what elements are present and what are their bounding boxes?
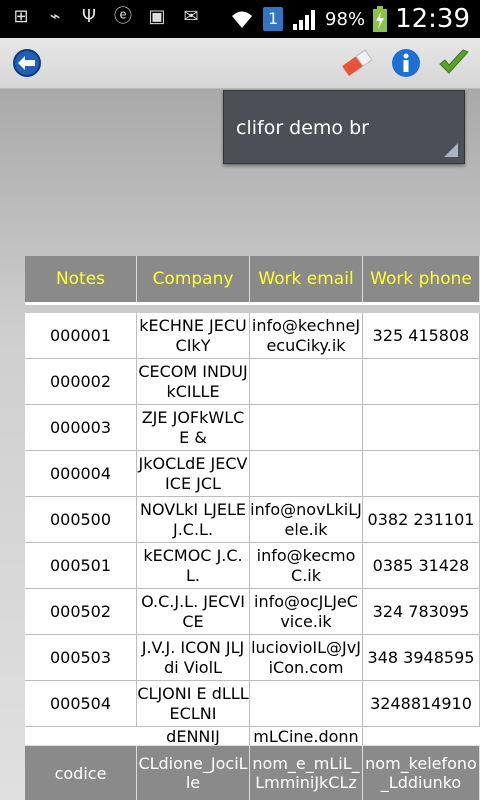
add-icon: ⊞ xyxy=(13,6,29,27)
cell-company: JkOCLdE JECVICE JCL xyxy=(137,451,250,496)
toolbar xyxy=(0,38,480,89)
cell-work-phone xyxy=(363,359,480,404)
battery-percent: 98% xyxy=(325,8,366,30)
cell-work-email xyxy=(250,359,363,404)
cell-work-phone: 3248814910 xyxy=(363,681,480,726)
cell-notes: 000504 xyxy=(25,681,137,726)
table-footer: codice CLdione_JociLle nom_e_mLiL_Lmmini… xyxy=(25,746,480,800)
cell-work-email: info@ocJLJeCvice.ik xyxy=(250,589,363,634)
cell-company: ZJE JOFkWLCE & xyxy=(137,405,250,450)
cell-work-phone: 324 783095 xyxy=(363,589,480,634)
cell-company: J.V.J. ICON JLJ di ViolL xyxy=(137,635,250,680)
table-row[interactable]: 000004 JkOCLdE JECVICE JCL xyxy=(25,451,480,497)
battery-charging-icon xyxy=(373,6,388,32)
cell-work-phone xyxy=(363,405,480,450)
cell-work-email: luciovioIL@JvJiCon.com xyxy=(250,635,363,680)
table-header: Notes Company Work email Work phone xyxy=(25,256,480,302)
table-row[interactable]: 000501 kECMOC J.C.L. info@kecmoC.ik 0385… xyxy=(25,543,480,589)
cell-work-phone: 0382 231101 xyxy=(363,497,480,542)
footer-field-email: nom_e_mLiL_LmminiJkCLz xyxy=(250,746,363,800)
back-icon[interactable] xyxy=(10,46,44,80)
filter-box[interactable]: clifor demo br xyxy=(223,90,465,164)
sim-icon: 1 xyxy=(263,7,284,31)
usb-icon: Ψ xyxy=(81,6,97,27)
column-header-work-phone[interactable]: Work phone xyxy=(363,256,480,302)
cell-company: O.C.J.L. JECVICE xyxy=(137,589,250,634)
cell-notes: 000502 xyxy=(25,589,137,634)
table-row[interactable]: 000003 ZJE JOFkWLCE & xyxy=(25,405,480,451)
cell-company: kECMOC J.C.L. xyxy=(137,543,250,588)
cell-work-phone: 325 415808 xyxy=(363,313,480,358)
wifi-icon xyxy=(232,11,253,28)
table-row[interactable]: dENNIJ mLCine.donn xyxy=(25,727,480,745)
cell-work-email: mLCine.donn xyxy=(250,727,363,745)
info-icon[interactable] xyxy=(389,46,423,80)
eraser-icon[interactable] xyxy=(340,46,374,80)
cell-notes: 000004 xyxy=(25,451,137,496)
check-icon[interactable] xyxy=(437,46,471,80)
cell-notes: 000503 xyxy=(25,635,137,680)
column-header-work-email[interactable]: Work email xyxy=(250,256,363,302)
cell-company: NOVLkI LJELE J.C.L. xyxy=(137,497,250,542)
column-header-notes[interactable]: Notes xyxy=(25,256,137,302)
column-header-company[interactable]: Company xyxy=(137,256,250,302)
cell-work-email xyxy=(250,405,363,450)
table-row[interactable]: 000503 J.V.J. ICON JLJ di ViolL luciovio… xyxy=(25,635,480,681)
cell-work-phone: 348 3948595 xyxy=(363,635,480,680)
cell-work-email: info@kechneJecuCiky.ik xyxy=(250,313,363,358)
cell-notes: 000500 xyxy=(25,497,137,542)
cell-company: kECHNE JECUCIkY xyxy=(137,313,250,358)
broom-icon: ⌁ xyxy=(49,6,61,27)
cell-work-phone xyxy=(363,451,480,496)
table-row[interactable]: 000002 CECOM INDUJkCILLE xyxy=(25,359,480,405)
table-row[interactable]: 000500 NOVLkI LJELE J.C.L. info@novLkiLJ… xyxy=(25,497,480,543)
cell-work-email xyxy=(250,451,363,496)
footer-field-company: CLdione_JociLle xyxy=(137,746,250,800)
cell-company: CLJONI E dLLLECLNI xyxy=(137,681,250,726)
mail-icon: ✉ xyxy=(183,6,199,27)
table-row[interactable]: 000502 O.C.J.L. JECVICE info@ocJLJeCvice… xyxy=(25,589,480,635)
resize-corner-icon xyxy=(444,143,458,157)
footer-field-phone: nom_kelefono_Lddiunko xyxy=(363,746,480,800)
cell-notes: 000003 xyxy=(25,405,137,450)
filter-text: clifor demo br xyxy=(236,117,369,139)
cell-notes: 000501 xyxy=(25,543,137,588)
status-bar: ⊞ ⌁ Ψ ⓔ ▣ ✉ 1 98% 12:39 xyxy=(0,0,480,38)
cell-work-email: info@kecmoC.ik xyxy=(250,543,363,588)
cell-company: dENNIJ xyxy=(137,727,250,745)
table-row[interactable]: 000001 kECHNE JECUCIkY info@kechneJecuCi… xyxy=(25,313,480,359)
table-body: 000001 kECHNE JECUCIkY info@kechneJecuCi… xyxy=(25,313,480,745)
e-app-icon: ⓔ xyxy=(114,6,132,27)
cell-work-email: info@novLkiLJele.ik xyxy=(250,497,363,542)
table-row[interactable]: 000504 CLJONI E dLLLECLNI 3248814910 xyxy=(25,681,480,727)
cell-notes: 000001 xyxy=(25,313,137,358)
cell-work-phone: 0385 31428 xyxy=(363,543,480,588)
clock: 12:39 xyxy=(395,4,470,34)
cell-notes: 000002 xyxy=(25,359,137,404)
cell-company: CECOM INDUJkCILLE xyxy=(137,359,250,404)
header-divider xyxy=(25,302,480,305)
cell-work-email xyxy=(250,681,363,726)
footer-field-codice: codice xyxy=(25,746,137,800)
system-icons: 1 98% 12:39 xyxy=(229,4,470,34)
notification-icons: ⊞ ⌁ Ψ ⓔ ▣ ✉ xyxy=(10,6,202,28)
image-icon: ▣ xyxy=(148,6,166,27)
signal-icon xyxy=(293,10,316,30)
